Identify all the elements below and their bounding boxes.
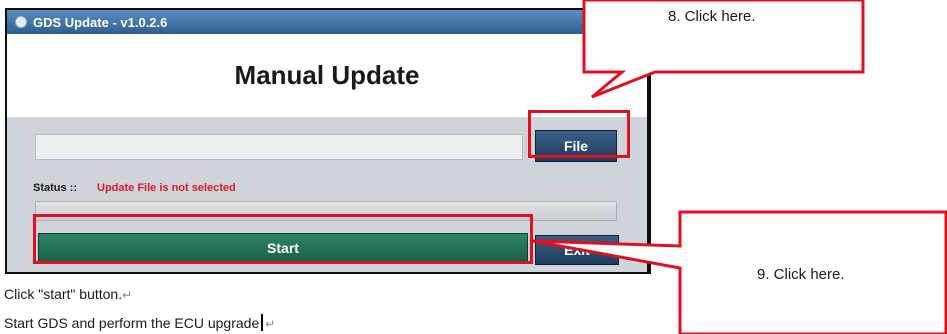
text-cursor (261, 314, 264, 331)
document-line-2-text: Start GDS and perform the ECU upgrade (4, 315, 260, 331)
document-line-1: Click "start" button.↵ (4, 286, 132, 302)
callout-shapes (532, 0, 947, 334)
callout-8-text: 8. Click here. (668, 8, 756, 25)
callout-9-shape (532, 210, 947, 334)
callout-9-text: 9. Click here. (757, 266, 845, 283)
document-line-1-text: Click "start" button. (4, 286, 123, 302)
paragraph-mark-1: ↵ (122, 288, 133, 302)
paragraph-mark-2: ↵ (265, 317, 276, 331)
document-line-2: Start GDS and perform the ECU upgrade ↵ (4, 314, 275, 331)
